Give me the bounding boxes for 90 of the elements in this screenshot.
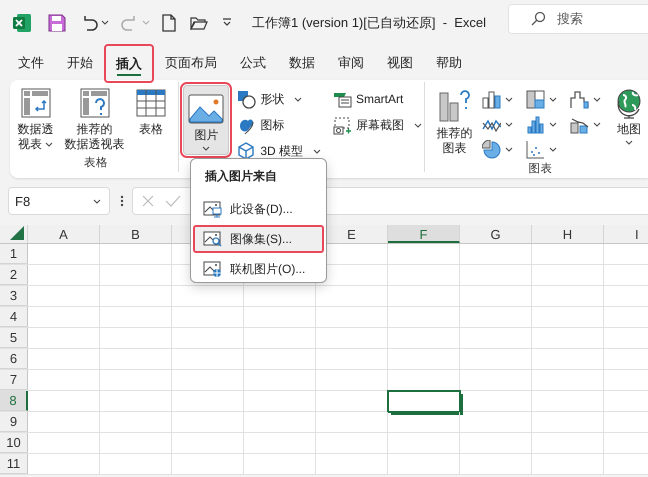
caret-icon <box>45 142 53 148</box>
window-title: 工作簿1 (version 1)[已自动还原] - Excel <box>252 14 486 32</box>
ribbon-tab[interactable]: 开始 <box>56 45 104 80</box>
row-header[interactable]: 3 <box>0 286 28 306</box>
caret-icon <box>593 96 601 102</box>
column-header[interactable]: F <box>388 225 460 243</box>
caret-icon <box>549 96 557 102</box>
ribbon-button[interactable]: 图片 <box>183 85 230 155</box>
cancel-icon <box>141 194 155 208</box>
picture-globe-icon <box>203 260 222 278</box>
caret-icon <box>294 96 302 102</box>
ribbon-tab[interactable]: 帮助 <box>425 45 473 80</box>
recommended-pivot-table-icon <box>78 87 110 119</box>
menu-item[interactable]: 此设备(D)... <box>193 195 324 223</box>
ribbon-button[interactable]: 3D 模型 <box>235 140 323 162</box>
pivot-table-icon <box>20 87 52 119</box>
active-cell[interactable] <box>387 390 461 413</box>
folder-icon[interactable] <box>190 16 208 30</box>
row-header[interactable]: 8 <box>0 391 28 411</box>
cube-icon <box>237 142 256 160</box>
new-document-icon[interactable] <box>162 14 176 32</box>
ribbon-button[interactable]: 推荐的图表 <box>433 85 476 158</box>
caret-icon <box>505 146 513 152</box>
row-header[interactable]: 7 <box>0 370 28 390</box>
ribbon-tab[interactable]: 公式 <box>229 45 277 80</box>
row-header[interactable]: 10 <box>0 433 28 453</box>
caret-icon <box>202 146 210 151</box>
caret-icon <box>313 148 321 154</box>
caret-icon <box>101 20 109 25</box>
ribbon-button[interactable]: 屏幕截图 <box>331 114 424 136</box>
menu-item[interactable]: 联机图片(O)... <box>193 255 324 283</box>
caret-icon <box>142 20 150 25</box>
ribbon-tab[interactable]: 视图 <box>376 45 424 80</box>
ribbon-tab[interactable]: 审阅 <box>327 45 375 80</box>
menu-item[interactable]: 图像集(S)... <box>193 225 324 253</box>
caret-icon <box>93 198 101 204</box>
table-icon <box>135 87 167 119</box>
caret-icon <box>593 122 601 126</box>
ribbon-tab[interactable]: 插入 <box>105 45 153 82</box>
caret-icon <box>625 140 633 145</box>
enter-icon <box>165 194 181 208</box>
row-header[interactable]: 6 <box>0 349 28 369</box>
ribbon-tab[interactable]: 文件 <box>7 45 55 80</box>
pie-chart-icon <box>482 140 501 158</box>
ribbon-button[interactable]: 图标 <box>235 114 323 136</box>
search-field[interactable]: 搜索 <box>508 4 648 34</box>
name-box[interactable]: F8 <box>8 187 110 215</box>
customize-icon[interactable] <box>222 18 232 27</box>
row-header[interactable]: 1 <box>0 244 28 264</box>
ribbon-button[interactable]: 推荐的数据透视表 <box>61 85 128 154</box>
column-header[interactable]: I <box>604 225 648 243</box>
row-header[interactable]: 11 <box>0 454 28 474</box>
treemap-icon <box>526 90 545 108</box>
row-header[interactable]: 9 <box>0 412 28 432</box>
caret-icon <box>549 122 557 126</box>
ribbon-button[interactable]: 形状 <box>235 88 323 110</box>
excel-logo-icon <box>12 12 32 32</box>
picture-search-icon <box>203 230 222 248</box>
scatter-chart-icon <box>526 140 545 158</box>
group-label: 表格 <box>83 156 110 171</box>
screenshot-icon <box>333 116 352 134</box>
caret-icon <box>549 146 557 152</box>
menu-heading: 插入图片来自 <box>204 168 278 185</box>
caret-icon <box>505 96 513 102</box>
row-header[interactable]: 5 <box>0 328 28 348</box>
search-icon <box>530 10 546 26</box>
ribbon-button[interactable]: 数据透视表 <box>14 85 57 154</box>
shapes-icon <box>237 90 256 108</box>
column-chart-icon <box>482 90 501 108</box>
caret-icon <box>414 122 422 128</box>
more-options-icon[interactable] <box>120 195 124 207</box>
column-header[interactable]: A <box>28 225 100 243</box>
ribbon-button[interactable]: 地图 <box>610 85 648 147</box>
histogram-icon <box>526 114 545 134</box>
recommended-charts-icon <box>438 87 472 123</box>
ribbon-button[interactable]: 表格 <box>132 85 170 139</box>
waterfall-chart-icon <box>570 90 589 108</box>
column-header[interactable]: B <box>100 225 172 243</box>
row-header[interactable]: 2 <box>0 265 28 285</box>
row-header[interactable]: 4 <box>0 307 28 327</box>
column-header[interactable]: H <box>532 225 604 243</box>
column-header[interactable]: G <box>460 225 532 243</box>
ribbon-button[interactable]: SmartArt <box>331 88 424 110</box>
select-all-icon[interactable] <box>10 226 24 240</box>
save-icon[interactable] <box>48 14 66 32</box>
ribbon-tab[interactable]: 数据 <box>278 45 326 80</box>
picture-monitor-icon <box>203 200 222 218</box>
caret-icon <box>505 122 513 126</box>
group-label: 图表 <box>528 162 554 177</box>
ribbon-tab[interactable]: 页面布局 <box>154 45 228 80</box>
